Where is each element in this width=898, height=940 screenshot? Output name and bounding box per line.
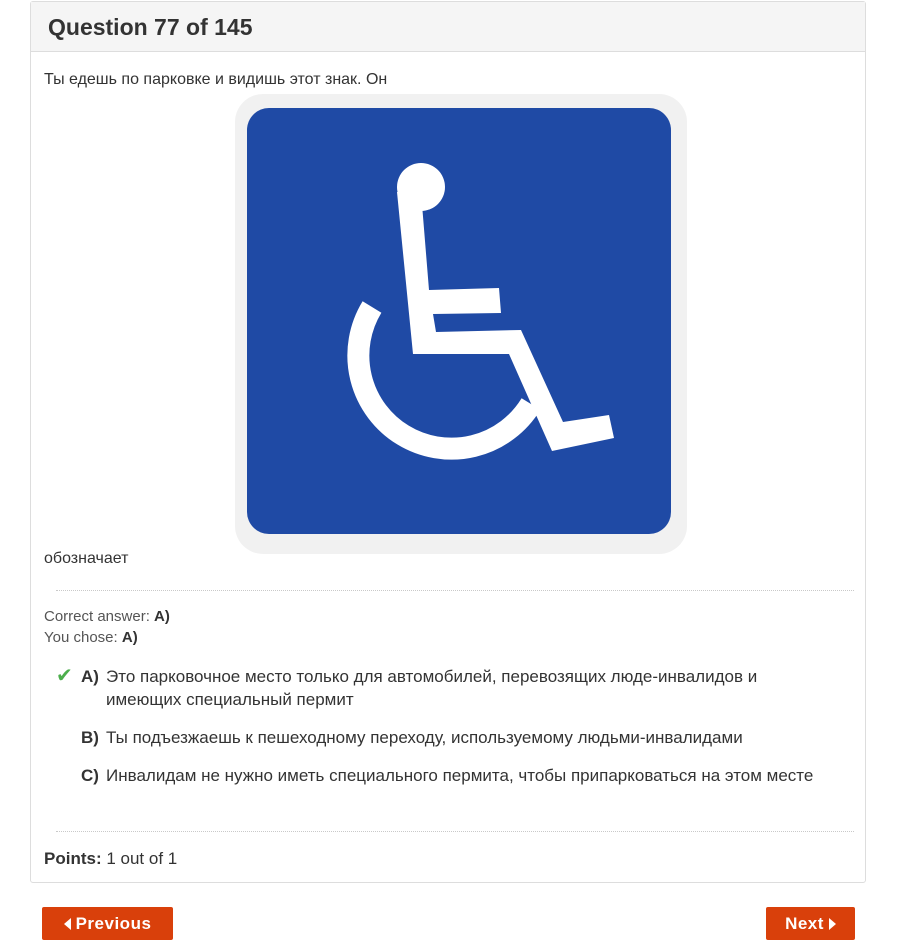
question-title: Question 77 of 145	[48, 14, 253, 40]
question-text-after: обозначает	[44, 550, 129, 567]
question-panel: Question 77 of 145 Ты едешь по парковке …	[30, 1, 866, 883]
wheelchair-accessible-sign-icon	[147, 92, 769, 562]
next-button[interactable]: Next	[766, 907, 855, 940]
option-text: Инвалидам не нужно иметь специального пе…	[106, 766, 814, 785]
option-letter: C)	[81, 766, 99, 785]
option-letter: B)	[81, 728, 99, 747]
next-label: Next	[785, 913, 824, 933]
question-image	[147, 92, 769, 562]
correct-answer-label: Correct answer:	[44, 608, 150, 625]
panel-header: Question 77 of 145	[31, 2, 865, 52]
points-label: Points:	[44, 849, 102, 868]
you-chose-label: You chose:	[44, 629, 118, 646]
correct-answer-value: A)	[154, 608, 170, 625]
checkmark-icon: ✔	[56, 665, 73, 687]
previous-label: Previous	[75, 913, 152, 933]
you-chose-value: A)	[121, 629, 138, 646]
option-letter: A)	[81, 667, 99, 686]
question-text-before: Ты едешь по парковке и видишь этот знак.…	[44, 71, 388, 88]
divider	[56, 590, 854, 591]
option-text: Ты подъезжаешь к пешеходному переходу, и…	[106, 728, 743, 747]
caret-right-icon	[828, 917, 836, 930]
you-chose-line: You chose: A)	[44, 629, 138, 646]
previous-button[interactable]: Previous	[42, 907, 173, 940]
divider	[56, 831, 854, 832]
points-value: 1 out of 1	[106, 849, 178, 868]
points-line: Points: 1 out of 1	[44, 849, 177, 869]
option-text: Это парковочное место только для автомоб…	[106, 667, 758, 709]
correct-answer-line: Correct answer: A)	[44, 608, 170, 625]
caret-left-icon	[63, 917, 71, 930]
